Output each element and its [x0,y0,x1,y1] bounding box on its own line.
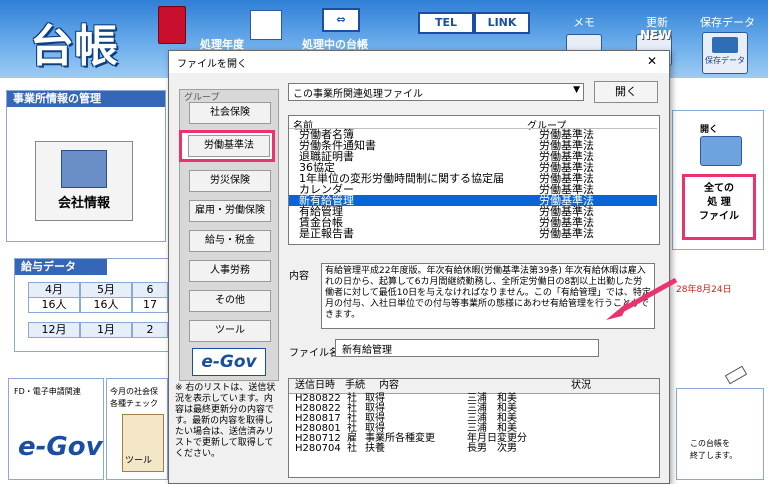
month-cell[interactable]: 5月 [80,282,132,298]
dropdown-value: この事業所関連処理ファイル [293,89,423,100]
hist-person: 長男 次男 [467,443,517,454]
group-button[interactable]: 給与・税金 [189,230,271,252]
list-item[interactable]: 有給管理 労働基準法 [289,206,657,217]
salary-panel-title: 給与データ [15,259,107,275]
company-info-label: 会社情報 [57,196,110,211]
open-file-dialog: ファイルを開く ✕ グループ 社会保険 労働基準法 労災保険 雇用・労働保険 給… [168,50,670,484]
file-scope-dropdown[interactable]: この事業所関連処理ファイル ▼ [288,83,584,101]
exit-text-1: この台帳を [690,439,730,448]
group-button[interactable]: 社会保険 [189,102,271,124]
new-badge: NEW [640,28,672,42]
group-button[interactable]: その他 [189,290,271,312]
tool-label: ツール [125,456,153,466]
history-table: 送信日時 手続 内容 状況 H280822 社取得 三浦 和美 H280822 社取得… [288,378,660,478]
count-cell: 16人 [28,297,80,313]
group-button[interactable]: 雇用・労働保険 [189,200,271,222]
history-header: 送信日時 手続 内容 状況 [289,379,659,394]
memo-label: メモ [573,16,595,29]
file-name: 是正報告書 [299,227,354,240]
month-cell[interactable]: 2 [132,322,168,338]
count-cell: 16人 [80,297,132,313]
month-cell[interactable]: 12月 [28,322,80,338]
close-icon[interactable]: ✕ [647,54,657,68]
hist-proc: 社 [347,443,357,454]
open-label: 開く [700,125,719,135]
group-button-selected[interactable]: 労働基準法 [188,135,270,157]
hist-content: 扶養 [365,443,385,454]
file-group: 労働基準法 [539,227,594,240]
calendar-icon[interactable] [250,10,282,40]
annotation-arrow [606,277,678,320]
dialog-title: ファイルを開く [177,59,247,70]
office-panel: 事業所情報の管理 会社情報 [6,90,166,242]
filename-label: ファイル名 [289,348,339,359]
count-cell: 17 [132,297,168,313]
hist-date: H280704 [295,443,341,454]
hist-col-proc: 手続 [345,380,365,391]
hist-col-status: 状況 [571,380,591,391]
office-panel-title: 事業所情報の管理 [7,91,165,107]
filename-field[interactable]: 新有給管理 [335,339,599,357]
chevron-down-icon: ▼ [573,85,580,95]
table-row[interactable]: H280704 社扶養 長男 次男 [289,444,659,454]
month-cell[interactable]: 1月 [80,322,132,338]
group-button[interactable]: 人事労務 [189,260,271,282]
egov-logo[interactable]: e-Gov [192,348,266,376]
eraser-icon[interactable] [724,365,748,385]
content-label: 内容 [289,271,309,282]
file-list: 名前 グループ 労働者名簿 労働基準法 労働条件通知書 労働基準法 退職証明書 労働基… [288,115,660,245]
check-label-1: 今月の社会保 [110,387,158,396]
month-cell[interactable]: 6 [132,282,168,298]
file-rows: 労働者名簿 労働基準法 労働条件通知書 労働基準法 退職証明書 労働基準法 36協定労… [289,129,657,239]
tel-button[interactable]: TEL [418,12,474,34]
group-button[interactable]: 労災保険 [189,170,271,192]
check-label-2: 各種チェック [110,399,158,408]
egov-button[interactable]: e-Gov [18,432,103,462]
list-item[interactable]: 是正報告書 労働基準法 [289,228,657,239]
app-logo: 台帳 [30,21,118,72]
save-data-button-label: 保存データ [705,56,745,65]
fd-label: FD・電子申請関連 [14,387,81,396]
exit-panel [676,388,764,480]
note-text: ※ 右のリストは、送信状況を表示しています。内容は最終更新分の内容です。最新の内… [175,383,276,459]
month-cell[interactable]: 4月 [28,282,80,298]
switch-ledger-icon[interactable]: ⇔ [322,8,360,32]
hist-col-content: 内容 [379,380,399,391]
open-button[interactable]: 開く [594,81,658,103]
toolbox-icon [712,37,738,53]
hist-col-date: 送信日時 [295,380,335,391]
company-info-button[interactable]: 会社情報 [35,141,133,221]
building-icon [61,150,107,188]
open-folder-icon[interactable] [700,136,742,166]
book-icon[interactable] [158,6,186,44]
date-text: 28年8月24日 [676,285,732,295]
list-item-selected[interactable]: 新有給管理 労働基準法 [289,195,657,206]
save-data-button[interactable]: 保存データ [702,32,748,74]
filename-value: 新有給管理 [342,345,392,356]
tool-button[interactable]: ツール [122,414,164,472]
exit-text-2: 終了します。 [690,451,738,460]
list-item[interactable]: 退職証明書 労働基準法 [289,151,657,162]
save-data-label: 保存データ [700,16,755,29]
link-button[interactable]: LINK [474,12,530,34]
group-button[interactable]: ツール [189,320,271,342]
group-panel: グループ 社会保険 労働基準法 労災保険 雇用・労働保険 給与・税金 人事労務 … [179,89,279,381]
all-files-button[interactable]: 全ての 処 理 ファイル [690,182,748,232]
